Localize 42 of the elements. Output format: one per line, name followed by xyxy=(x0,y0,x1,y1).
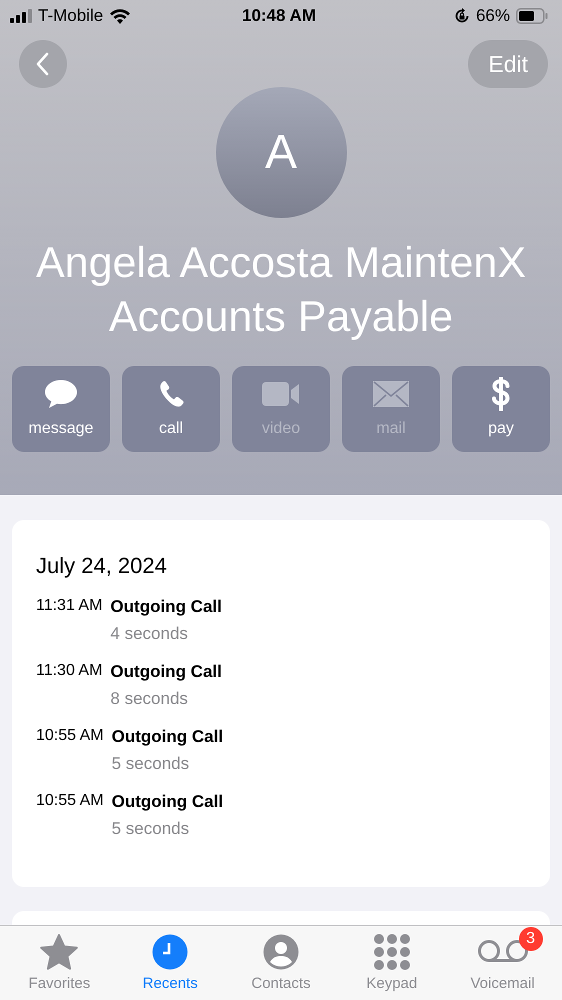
envelope-icon xyxy=(373,381,409,407)
star-icon xyxy=(40,934,78,970)
status-time: 10:48 AM xyxy=(242,6,316,26)
back-icon xyxy=(36,52,50,76)
call-time: 11:30 AM xyxy=(36,662,102,682)
call-duration: 5 seconds xyxy=(112,754,190,774)
notification-badge: 3 xyxy=(518,927,543,952)
keypad-icon xyxy=(374,934,410,970)
rotation-lock-icon xyxy=(454,8,470,24)
call-duration: 5 seconds xyxy=(112,819,190,840)
video-camera-icon xyxy=(262,382,300,406)
call-type: Outgoing Call xyxy=(112,727,224,748)
battery-icon xyxy=(516,8,548,24)
dollar-icon xyxy=(491,377,511,411)
clock-icon xyxy=(152,934,188,970)
back-button[interactable] xyxy=(19,40,67,88)
call-time: 10:55 AM xyxy=(36,727,104,746)
battery-percent: 66% xyxy=(476,6,510,26)
tab-item[interactable]: 3 Voicemail xyxy=(450,926,556,1000)
wifi-icon xyxy=(109,8,132,24)
pay-button[interactable]: pay xyxy=(452,366,550,452)
edit-button[interactable]: Edit xyxy=(468,40,548,88)
message-button[interactable]: message xyxy=(12,366,110,452)
person-icon xyxy=(262,934,299,970)
tab-item[interactable]: Contacts xyxy=(228,926,334,1000)
call-duration: 8 seconds xyxy=(110,689,189,710)
call-type: Outgoing Call xyxy=(110,597,222,618)
call-time: 11:31 AM xyxy=(36,597,102,616)
call-type: Outgoing Call xyxy=(112,792,224,812)
tab-item[interactable]: Favorites xyxy=(6,926,112,1000)
avatar: A xyxy=(216,87,346,218)
tab-item[interactable]: Keypad xyxy=(338,926,445,1000)
contact-name: Angela Accosta MaintenX Accounts Payable xyxy=(34,238,528,343)
carrier-name: T-Mobile xyxy=(38,6,104,26)
tab-item[interactable]: Recents xyxy=(117,926,224,1000)
call-duration: 4 seconds xyxy=(110,624,189,644)
signal-icon xyxy=(10,9,32,23)
call-time: 10:55 AM xyxy=(36,792,104,812)
call-button[interactable]: call xyxy=(122,366,220,452)
call-date: July 24, 2024 xyxy=(36,553,168,580)
call-type: Outgoing Call xyxy=(110,662,222,682)
speech-bubble-icon xyxy=(44,379,78,409)
